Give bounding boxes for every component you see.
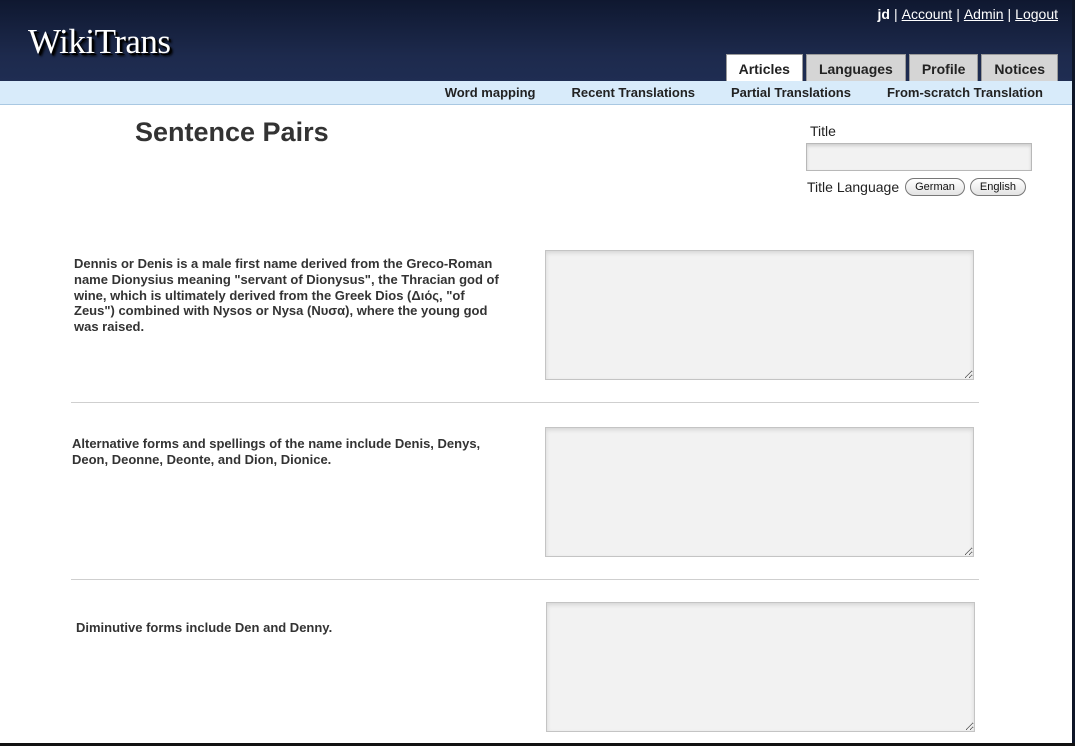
admin-link[interactable]: Admin: [964, 6, 1004, 22]
user-links: jd | Account | Admin | Logout: [878, 6, 1058, 22]
german-button[interactable]: German: [905, 178, 965, 196]
main-tabs: Articles Languages Profile Notices: [725, 54, 1058, 82]
tab-profile[interactable]: Profile: [908, 54, 979, 81]
tab-articles[interactable]: Articles: [725, 54, 803, 82]
logo[interactable]: WikiTrans: [28, 22, 171, 62]
source-sentence-3: Diminutive forms include Den and Denny.: [76, 620, 333, 635]
separator: |: [893, 6, 898, 22]
translation-input-3[interactable]: [546, 602, 975, 732]
subnav-partial-translations[interactable]: Partial Translations: [731, 81, 851, 105]
username: jd: [877, 6, 890, 22]
source-sentence-2: Alternative forms and spellings of the n…: [72, 436, 481, 467]
subnav-word-mapping[interactable]: Word mapping: [445, 81, 536, 105]
translation-input-1[interactable]: [545, 250, 974, 380]
translation-input-2[interactable]: [545, 427, 974, 557]
tab-notices[interactable]: Notices: [981, 54, 1058, 81]
account-link[interactable]: Account: [902, 6, 953, 22]
logout-link[interactable]: Logout: [1015, 6, 1058, 22]
source-sentence-1: Dennis or Denis is a male first name der…: [74, 256, 499, 335]
page-title: Sentence Pairs: [135, 117, 329, 147]
tab-languages[interactable]: Languages: [805, 54, 906, 81]
sub-navigation: Word mapping Recent Translations Partial…: [0, 81, 1075, 105]
divider: [71, 402, 979, 403]
subnav-from-scratch-translation[interactable]: From-scratch Translation: [887, 81, 1043, 105]
divider: [71, 579, 979, 580]
separator: |: [956, 6, 960, 22]
title-language-label: Title Language: [807, 179, 900, 195]
title-input[interactable]: [806, 143, 1032, 171]
subnav-recent-translations[interactable]: Recent Translations: [571, 81, 695, 105]
english-button[interactable]: English: [969, 178, 1026, 196]
title-field-label: Title: [810, 123, 836, 139]
title-language-row: Title Language German English: [807, 178, 1026, 196]
separator: |: [1007, 6, 1012, 22]
header: WikiTrans jd | Account | Admin | Logout …: [0, 0, 1075, 82]
